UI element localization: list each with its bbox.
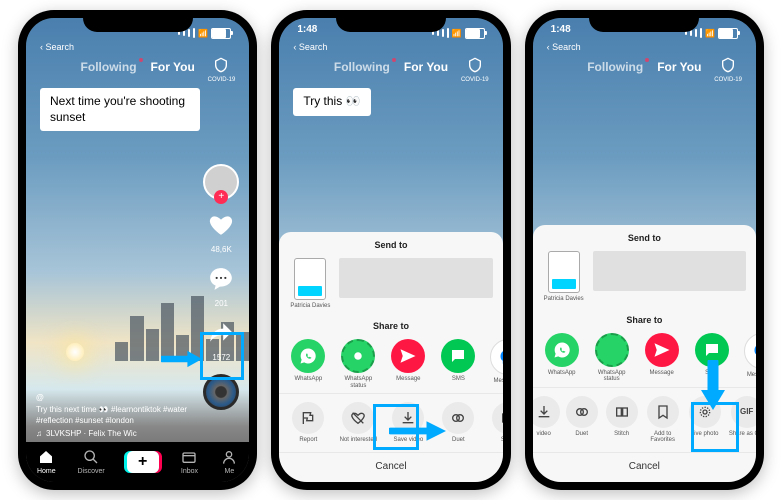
video-meta: @ Try this next time 👀 #learnontiktok #w… xyxy=(36,393,189,438)
tab-following[interactable]: Following xyxy=(334,60,390,74)
nav-create[interactable]: + xyxy=(127,451,159,473)
back-search[interactable]: ‹ Search xyxy=(40,42,74,52)
nav-bar: Home Discover + Inbox Me xyxy=(26,442,249,482)
notch xyxy=(336,10,446,32)
opt-stitch[interactable]: Stitch xyxy=(603,396,641,444)
contacts-row: Patricia Davies xyxy=(279,254,502,314)
share-whatsapp-status[interactable]: WhatsApp status xyxy=(337,339,379,389)
tab-foryou[interactable]: For You xyxy=(404,60,448,74)
nav-discover[interactable]: Discover xyxy=(78,449,105,475)
video-caption: Next time you're shooting sunset xyxy=(40,88,200,131)
tab-foryou[interactable]: For You xyxy=(657,60,701,74)
back-search[interactable]: ‹ Search xyxy=(547,42,581,52)
screen-1: 📶 ‹ Search Following For You COVID-19 Ne… xyxy=(26,18,249,482)
opt-save-video[interactable]: video xyxy=(533,396,561,444)
phone-3: 1:48 📶 ‹ Search Following For You COVID-… xyxy=(525,10,764,490)
back-search[interactable]: ‹ Search xyxy=(293,42,327,52)
send-to-header: Send to xyxy=(533,225,756,247)
share-message[interactable]: Message xyxy=(641,333,683,383)
share-message[interactable]: Message xyxy=(387,339,429,389)
share-whatsapp-status[interactable]: WhatsApp status xyxy=(591,333,633,383)
opt-report[interactable]: Report xyxy=(287,402,329,444)
tab-foryou[interactable]: For You xyxy=(151,60,195,74)
share-sheet: Send to Patricia Davies Share to WhatsAp… xyxy=(533,225,756,482)
opt-duet[interactable]: Duet xyxy=(563,396,601,444)
share-whatsapp[interactable]: WhatsApp xyxy=(541,333,583,383)
notch xyxy=(83,10,193,32)
arrow-annotation xyxy=(389,416,449,446)
share-to-header: Share to xyxy=(533,307,756,329)
share-messenger[interactable]: Messenger xyxy=(487,339,502,389)
opt-stitch[interactable]: Stitch xyxy=(487,402,502,444)
contacts-row: Patricia Davies xyxy=(533,247,756,307)
share-messenger[interactable]: Messenger xyxy=(741,333,756,383)
covid-button[interactable]: COVID-19 xyxy=(208,56,236,83)
phone-2: 1:48 📶 ‹ Search Following For You COVID-… xyxy=(271,10,510,490)
nav-me[interactable]: Me xyxy=(220,449,238,475)
phone-1: 📶 ‹ Search Following For You COVID-19 Ne… xyxy=(18,10,257,490)
cancel-button[interactable]: Cancel xyxy=(279,452,502,478)
video-caption: Try this 👀 xyxy=(293,88,370,116)
contact-item[interactable]: Patricia Davies xyxy=(543,251,585,303)
tab-following[interactable]: Following xyxy=(81,60,137,74)
share-whatsapp[interactable]: WhatsApp xyxy=(287,339,329,389)
arrow-annotation xyxy=(697,360,729,412)
screen-3: 1:48 📶 ‹ Search Following For You COVID-… xyxy=(533,18,756,482)
notch xyxy=(589,10,699,32)
covid-button[interactable]: COVID-19 xyxy=(714,56,742,83)
music-info[interactable]: ♫ 3LVKSHP · Felix The Wic xyxy=(36,429,189,438)
arrow-annotation xyxy=(161,346,205,372)
share-sms[interactable]: SMS xyxy=(437,339,479,389)
blurred-contacts xyxy=(339,258,492,298)
contact-item[interactable]: Patricia Davies xyxy=(289,258,331,310)
share-apps-row: WhatsApp WhatsApp status Message SMS Mes… xyxy=(279,335,502,393)
opt-favorites[interactable]: Add to Favorites xyxy=(643,396,683,444)
cancel-button[interactable]: Cancel xyxy=(533,452,756,478)
avatar-follow[interactable]: + xyxy=(203,164,239,200)
comment-button[interactable]: 201 xyxy=(208,266,234,308)
covid-button[interactable]: COVID-19 xyxy=(461,56,489,83)
share-to-header: Share to xyxy=(279,313,502,335)
screen-2: 1:48 📶 ‹ Search Following For You COVID-… xyxy=(279,18,502,482)
share-sheet: Send to Patricia Davies Share to WhatsAp… xyxy=(279,232,502,482)
like-button[interactable]: 48,6K xyxy=(208,212,234,254)
send-to-header: Send to xyxy=(279,232,502,254)
blurred-contacts xyxy=(593,251,746,291)
nav-inbox[interactable]: Inbox xyxy=(180,449,198,475)
nav-home[interactable]: Home xyxy=(37,449,56,475)
tab-following[interactable]: Following xyxy=(587,60,643,74)
